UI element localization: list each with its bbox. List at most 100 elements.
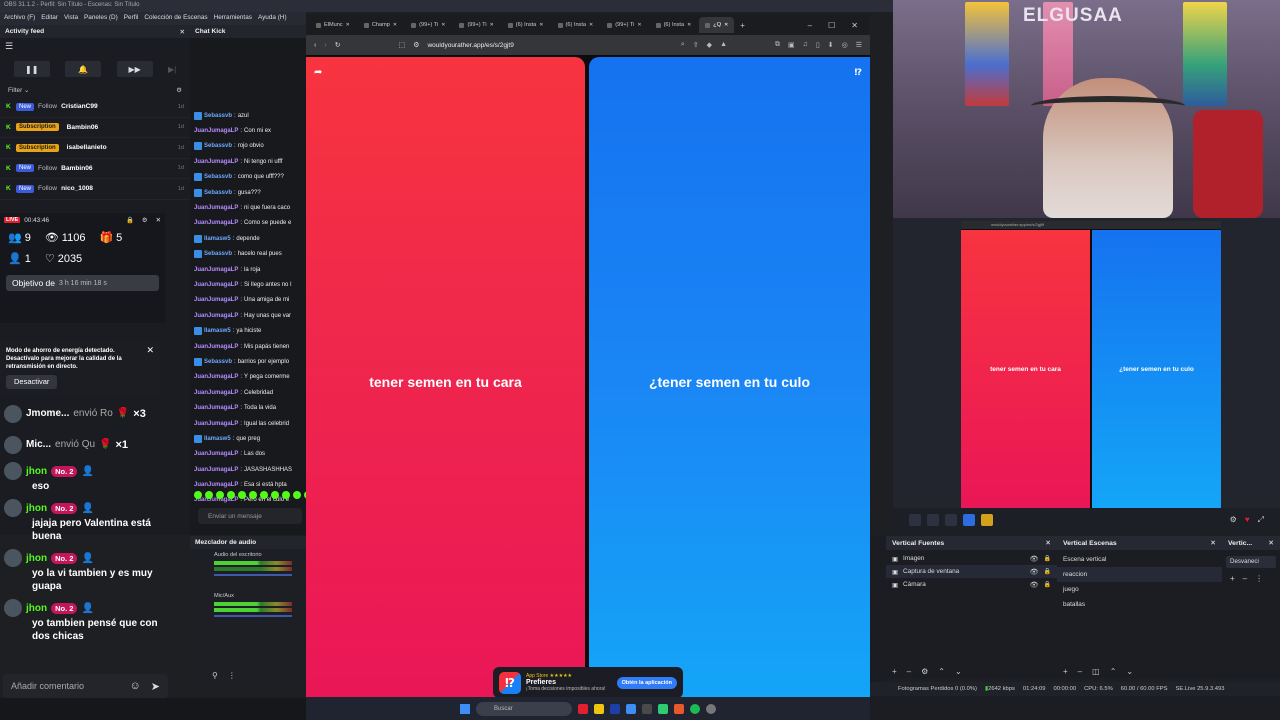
plugin-icon[interactable] <box>909 514 921 526</box>
eye-icon[interactable]: 👁 <box>1030 568 1039 576</box>
down-icon[interactable]: ⌄ <box>1126 667 1133 676</box>
eye-icon[interactable]: 👁 <box>1030 555 1039 563</box>
chat-user[interactable]: Ilamasw5 <box>204 236 231 242</box>
browser-tab[interactable]: (6) Insta ✕ <box>650 17 698 33</box>
gear-icon[interactable]: ⚙ <box>142 216 148 224</box>
gear-icon[interactable]: ⚙ <box>921 667 928 676</box>
taskbar-search[interactable]: Buscar <box>476 701 572 716</box>
volume-slider[interactable] <box>214 574 292 576</box>
close-icon[interactable]: ✕ <box>346 22 350 28</box>
source-item[interactable]: ▣ Captura de ventana 👁 🔒 <box>886 565 1057 578</box>
menu-vista[interactable]: Vista <box>64 14 78 23</box>
chat-user[interactable]: Sebassvb <box>204 359 232 365</box>
skip-icon[interactable]: ▶▶ <box>116 61 153 77</box>
chat-message-input[interactable]: Enviar un mensaje <box>198 508 302 524</box>
brave-app-icon[interactable] <box>674 703 684 714</box>
close-icon[interactable]: ✕ <box>146 346 154 355</box>
close-icon[interactable]: ✕ <box>179 28 185 36</box>
chat-user[interactable]: Ilamasw5 <box>204 436 231 442</box>
chat-user[interactable]: Sebassvb <box>204 174 232 180</box>
eye-icon[interactable]: 👁 <box>1030 581 1039 589</box>
browser-tab[interactable]: (99+) Ti ✕ <box>601 17 647 33</box>
extensions-icon[interactable]: ⧉ <box>775 41 780 49</box>
lock-icon[interactable]: 🔒 <box>1044 555 1051 562</box>
filter-icon[interactable]: ◫ <box>1092 667 1100 676</box>
menu-ayuda[interactable]: Ayuda (H) <box>258 14 287 23</box>
bookmark-icon[interactable]: ⬚ <box>399 41 406 49</box>
browser-tab[interactable]: Champ ✕ <box>358 17 403 33</box>
chat-user[interactable]: Sebassvb <box>204 251 232 257</box>
chat-user[interactable]: JuanJumagaLP <box>194 313 238 319</box>
menu-icon[interactable]: ☰ <box>0 38 190 55</box>
close-icon[interactable]: ✕ <box>637 22 641 28</box>
expand-icon[interactable]: ⤢ <box>1258 515 1264 525</box>
browser-tab[interactable]: (99+) Ti ✕ <box>453 17 499 33</box>
chat-user[interactable]: JuanJumagaLP <box>194 374 238 380</box>
browser-tab[interactable]: ¿Q ✕ <box>699 17 735 33</box>
up-icon[interactable]: ⌃ <box>1110 667 1117 676</box>
scene-item[interactable]: reaccion <box>1057 567 1222 582</box>
more-icon[interactable]: ⋮ <box>1255 574 1263 583</box>
chat-user[interactable]: JuanJumagaLP <box>194 159 238 165</box>
option-b-card[interactable]: ⁉ ¿tener semen en tu culo <box>589 57 870 706</box>
feed-row[interactable]: K Subscription Bambin06 1d <box>0 118 190 138</box>
feed-row[interactable]: K Subscription isabellanieto 1d <box>0 138 190 159</box>
browser-tab[interactable]: (99+) Ti ✕ <box>405 17 451 33</box>
source-item[interactable]: ▣ Cámara 👁 🔒 <box>886 578 1057 591</box>
next-icon[interactable]: ▶| <box>168 65 176 74</box>
feed-row[interactable]: K New Follow CristianC99 1d <box>0 97 190 118</box>
chat-user[interactable]: JuanJumagaLP <box>194 205 238 211</box>
windows-start-icon[interactable] <box>460 703 470 714</box>
chat-user[interactable]: JuanJumagaLP <box>194 267 238 273</box>
record-icon[interactable] <box>927 514 939 526</box>
add-icon[interactable]: + <box>1230 574 1235 583</box>
menu-herramientas[interactable]: Herramientas <box>214 14 252 23</box>
objective-bar[interactable]: Objetivo de 3 h 16 min 18 s <box>6 275 159 291</box>
close-icon[interactable]: ✕ <box>1045 539 1051 547</box>
lock-icon[interactable]: 🔒 <box>1044 568 1051 575</box>
heart-icon[interactable]: ♥ <box>1245 515 1250 525</box>
help-icon[interactable]: ⁉ <box>855 67 862 78</box>
menu-icon[interactable]: ☰ <box>856 41 862 49</box>
maximize-icon[interactable]: ☐ <box>828 21 835 30</box>
chat-user[interactable]: JuanJumagaLP <box>194 482 238 488</box>
url-input[interactable]: wouldyourather.app/es/s/2gjt9 <box>427 42 627 49</box>
more-icon[interactable]: ⋮ <box>228 671 236 680</box>
emote-bar[interactable] <box>194 491 312 499</box>
close-icon[interactable]: ✕ <box>490 22 494 28</box>
link-icon[interactable]: ⚲ <box>212 671 218 680</box>
spotify-app-icon[interactable] <box>690 703 700 714</box>
get-app-button[interactable]: Obtén la aplicación <box>616 676 677 689</box>
pause-icon[interactable]: ❚❚ <box>13 61 50 77</box>
close-icon[interactable]: ✕ <box>589 22 593 28</box>
chat-user[interactable]: Sebassvb <box>204 113 232 119</box>
media-icon[interactable]: ♫ <box>803 41 808 49</box>
chat-user[interactable]: JuanJumagaLP <box>194 297 238 303</box>
brave-shield-icon[interactable]: ◆ <box>707 41 712 49</box>
store-app-icon[interactable] <box>642 703 652 714</box>
vertical-preview[interactable]: wouldyourather.app/es/s/2gjt9 tener seme… <box>961 221 1221 509</box>
close-icon[interactable]: ✕ <box>724 22 728 28</box>
add-icon[interactable]: + <box>1063 667 1068 676</box>
close-icon[interactable]: ✕ <box>393 22 397 28</box>
browser-tab[interactable]: ElMunc ✕ <box>310 17 356 33</box>
close-icon[interactable]: ✕ <box>156 216 161 224</box>
scene-item[interactable]: batallas <box>1057 597 1222 612</box>
new-tab-icon[interactable]: + <box>736 21 749 30</box>
stop-icon[interactable] <box>945 514 957 526</box>
rewards-icon[interactable]: ▲ <box>720 41 727 49</box>
reload-icon[interactable]: ↻ <box>335 41 341 49</box>
up-icon[interactable]: ⌃ <box>938 667 945 676</box>
obs-app-icon[interactable] <box>706 703 716 714</box>
zoom-icon[interactable]: ⌕ <box>681 41 685 49</box>
xbox-app-icon[interactable] <box>658 703 668 714</box>
feed-filter[interactable]: Filter ⌄ ⚙ <box>0 83 190 97</box>
chat-user[interactable]: Ilamasw5 <box>204 328 231 334</box>
browser-tab[interactable]: (6) Insta ✕ <box>552 17 600 33</box>
close-icon[interactable]: ✕ <box>539 22 543 28</box>
add-icon[interactable]: + <box>892 667 897 676</box>
deactivate-button[interactable]: Desactivar <box>6 375 58 389</box>
minimize-icon[interactable]: – <box>808 21 812 30</box>
remove-icon[interactable]: – <box>1078 667 1082 676</box>
chat-user[interactable]: Sebassvb <box>204 143 232 149</box>
